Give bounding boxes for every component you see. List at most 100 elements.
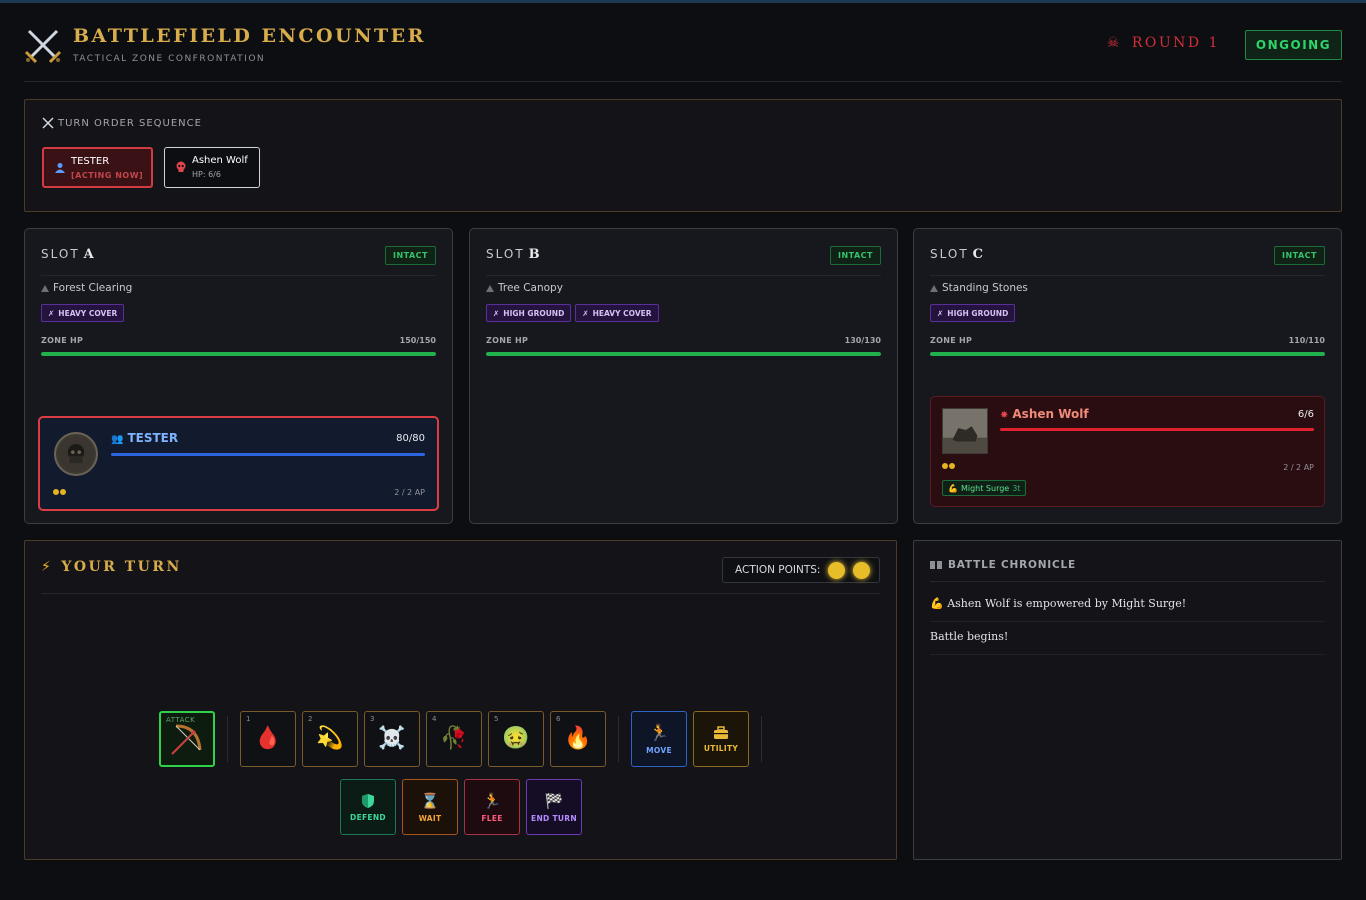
move-button[interactable]: 🏃 MOVE [631, 711, 687, 767]
terrain-name: Forest Clearing [53, 282, 133, 294]
slot-state-badge: INTACT [1274, 246, 1325, 265]
flee-button[interactable]: 🏃 FLEE [464, 779, 520, 835]
skill-1-button[interactable]: 1 🩸 [240, 711, 296, 767]
terrain-label: Tree Canopy [486, 282, 563, 294]
chronicle-entry: 💪 Ashen Wolf is empowered by Might Surge… [930, 597, 1187, 610]
skill-number: 5 [494, 715, 499, 723]
skill-6-button[interactable]: 6 🔥 [550, 711, 606, 767]
dizzy-star-icon: 💫 [316, 726, 344, 751]
unit-hp-bar [111, 453, 425, 456]
chronicle-heading: BATTLE CHRONICLE [930, 559, 1076, 571]
divider [486, 275, 881, 276]
running-arrow-icon: 🏃 [649, 723, 669, 742]
separator [227, 716, 228, 762]
unit-card-ashen-wolf[interactable]: ✸ Ashen Wolf 6/6 2 / 2 AP 💪 Might Surge 3… [930, 396, 1325, 507]
slot-b-panel[interactable]: SLOT B INTACT Tree Canopy ✗ HIGH GROUND ✗ H… [469, 228, 898, 524]
unit-name: ✸ Ashen Wolf [1000, 407, 1089, 421]
defend-button[interactable]: DEFEND [340, 779, 396, 835]
battle-chronicle-panel: BATTLE CHRONICLE 💪 Ashen Wolf is empower… [913, 540, 1342, 860]
utility-button[interactable]: UTILITY [693, 711, 749, 767]
status-badge: ONGOING [1245, 30, 1342, 60]
divider [41, 593, 880, 594]
turn-order-panel: TURN ORDER SEQUENCE TESTER [ACTING NOW] … [24, 99, 1342, 212]
zone-hp-fill [930, 352, 1325, 356]
attack-button[interactable]: ATTACK [159, 711, 215, 767]
unit-ap-dots [53, 489, 66, 495]
nauseated-face-icon: 🤢 [502, 726, 530, 751]
zone-hp-label: ZONE HP [930, 336, 973, 345]
defend-label: DEFEND [350, 812, 386, 822]
tag-label: HIGH GROUND [503, 308, 565, 318]
ap-dot [949, 463, 955, 469]
turn-order-name: TESTER [71, 156, 110, 167]
slot-title: SLOT C [930, 247, 985, 262]
lightning-icon: ⚡ [41, 559, 54, 575]
action-point-coin [853, 561, 871, 579]
flexed-bicep-icon: 💪 [948, 483, 958, 493]
unit-hp-bar [1000, 428, 1314, 431]
skill-number: 6 [556, 715, 561, 723]
slot-title: SLOT A [41, 247, 96, 262]
wait-button[interactable]: ⌛ WAIT [402, 779, 458, 835]
briefcase-icon [714, 725, 728, 739]
arrow-up-icon: ✗ [493, 308, 500, 318]
tag-label: HEAVY COVER [58, 308, 118, 318]
terrain-triangle-icon [41, 284, 49, 292]
chronicle-title: BATTLE CHRONICLE [948, 559, 1076, 571]
page-subtitle: TACTICAL ZONE CONFRONTATION [73, 54, 266, 64]
skill-number: 1 [246, 715, 251, 723]
slot-title: SLOT B [486, 247, 542, 262]
skill-5-button[interactable]: 5 🤢 [488, 711, 544, 767]
unit-name: 👥 TESTER [111, 431, 178, 445]
unit-name-label: Ashen Wolf [1012, 407, 1089, 421]
skill-4-button[interactable]: 4 🥀 [426, 711, 482, 767]
zone-hp-fill [486, 352, 881, 356]
slot-title-label: SLOT [930, 247, 969, 261]
buff-duration: 3t [1012, 483, 1021, 493]
terrain-tags: ✗ HEAVY COVER [41, 304, 125, 322]
zone-hp-bar [41, 352, 436, 356]
zone-hp-bar [930, 352, 1325, 356]
unit-card-tester[interactable]: 👥 TESTER 80/80 2 / 2 AP [38, 416, 439, 511]
skill-3-button[interactable]: 3 ☠️ [364, 711, 420, 767]
end-turn-label: END TURN [531, 813, 577, 823]
divider [930, 275, 1325, 276]
slot-a-panel[interactable]: SLOT A INTACT Forest Clearing ✗ HEAVY COVE… [24, 228, 453, 524]
action-point-coin [828, 561, 846, 579]
skill-2-button[interactable]: 2 💫 [302, 711, 358, 767]
crossed-swords-icon [42, 117, 54, 129]
divider [41, 275, 436, 276]
wait-label: WAIT [418, 813, 442, 823]
turn-order-entry-ashen-wolf[interactable]: Ashen Wolf HP: 6/6 [164, 147, 260, 188]
turn-order-hp: HP: 6/6 [192, 170, 221, 179]
action-panel: ⚡ YOUR TURN ACTION POINTS: [24, 540, 897, 860]
avatar [54, 432, 98, 476]
slot-c-panel[interactable]: SLOT C INTACT Standing Stones ✗ HIGH GROUN… [913, 228, 1342, 524]
enemy-portrait [942, 408, 988, 454]
zone-hp-label: ZONE HP [486, 336, 529, 345]
header: BATTLEFIELD ENCOUNTER TACTICAL ZONE CONF… [24, 22, 1342, 82]
tag-heavy-cover: ✗ HEAVY COVER [575, 304, 659, 322]
end-turn-button[interactable]: 🏁 END TURN [526, 779, 582, 835]
action-points-display: ACTION POINTS: [722, 557, 880, 583]
wilted-rose-icon: 🥀 [440, 726, 468, 751]
slot-letter: B [528, 247, 542, 262]
running-person-icon: 🏃 [482, 791, 502, 810]
buff-badge[interactable]: 💪 Might Surge 3t [942, 480, 1027, 496]
terrain-name: Tree Canopy [498, 282, 563, 294]
shield-slash-icon: ✗ [582, 308, 589, 318]
flee-label: FLEE [481, 813, 503, 823]
tag-label: HIGH GROUND [947, 308, 1009, 318]
slot-letter: C [972, 247, 986, 262]
top-accent-line [0, 0, 1366, 3]
turn-order-heading: TURN ORDER SEQUENCE [42, 117, 202, 129]
separator [618, 716, 619, 762]
tag-high-ground: ✗ HIGH GROUND [930, 304, 1016, 322]
zone-hp-fill [41, 352, 436, 356]
turn-order-entry-tester[interactable]: TESTER [ACTING NOW] [42, 147, 153, 188]
unit-ap-text: 2 / 2 AP [394, 488, 425, 497]
divider [930, 621, 1325, 622]
round-label: ROUND 1 [1131, 35, 1220, 51]
skill-number: 4 [432, 715, 437, 723]
zone-hp-value: 130/130 [844, 336, 881, 345]
